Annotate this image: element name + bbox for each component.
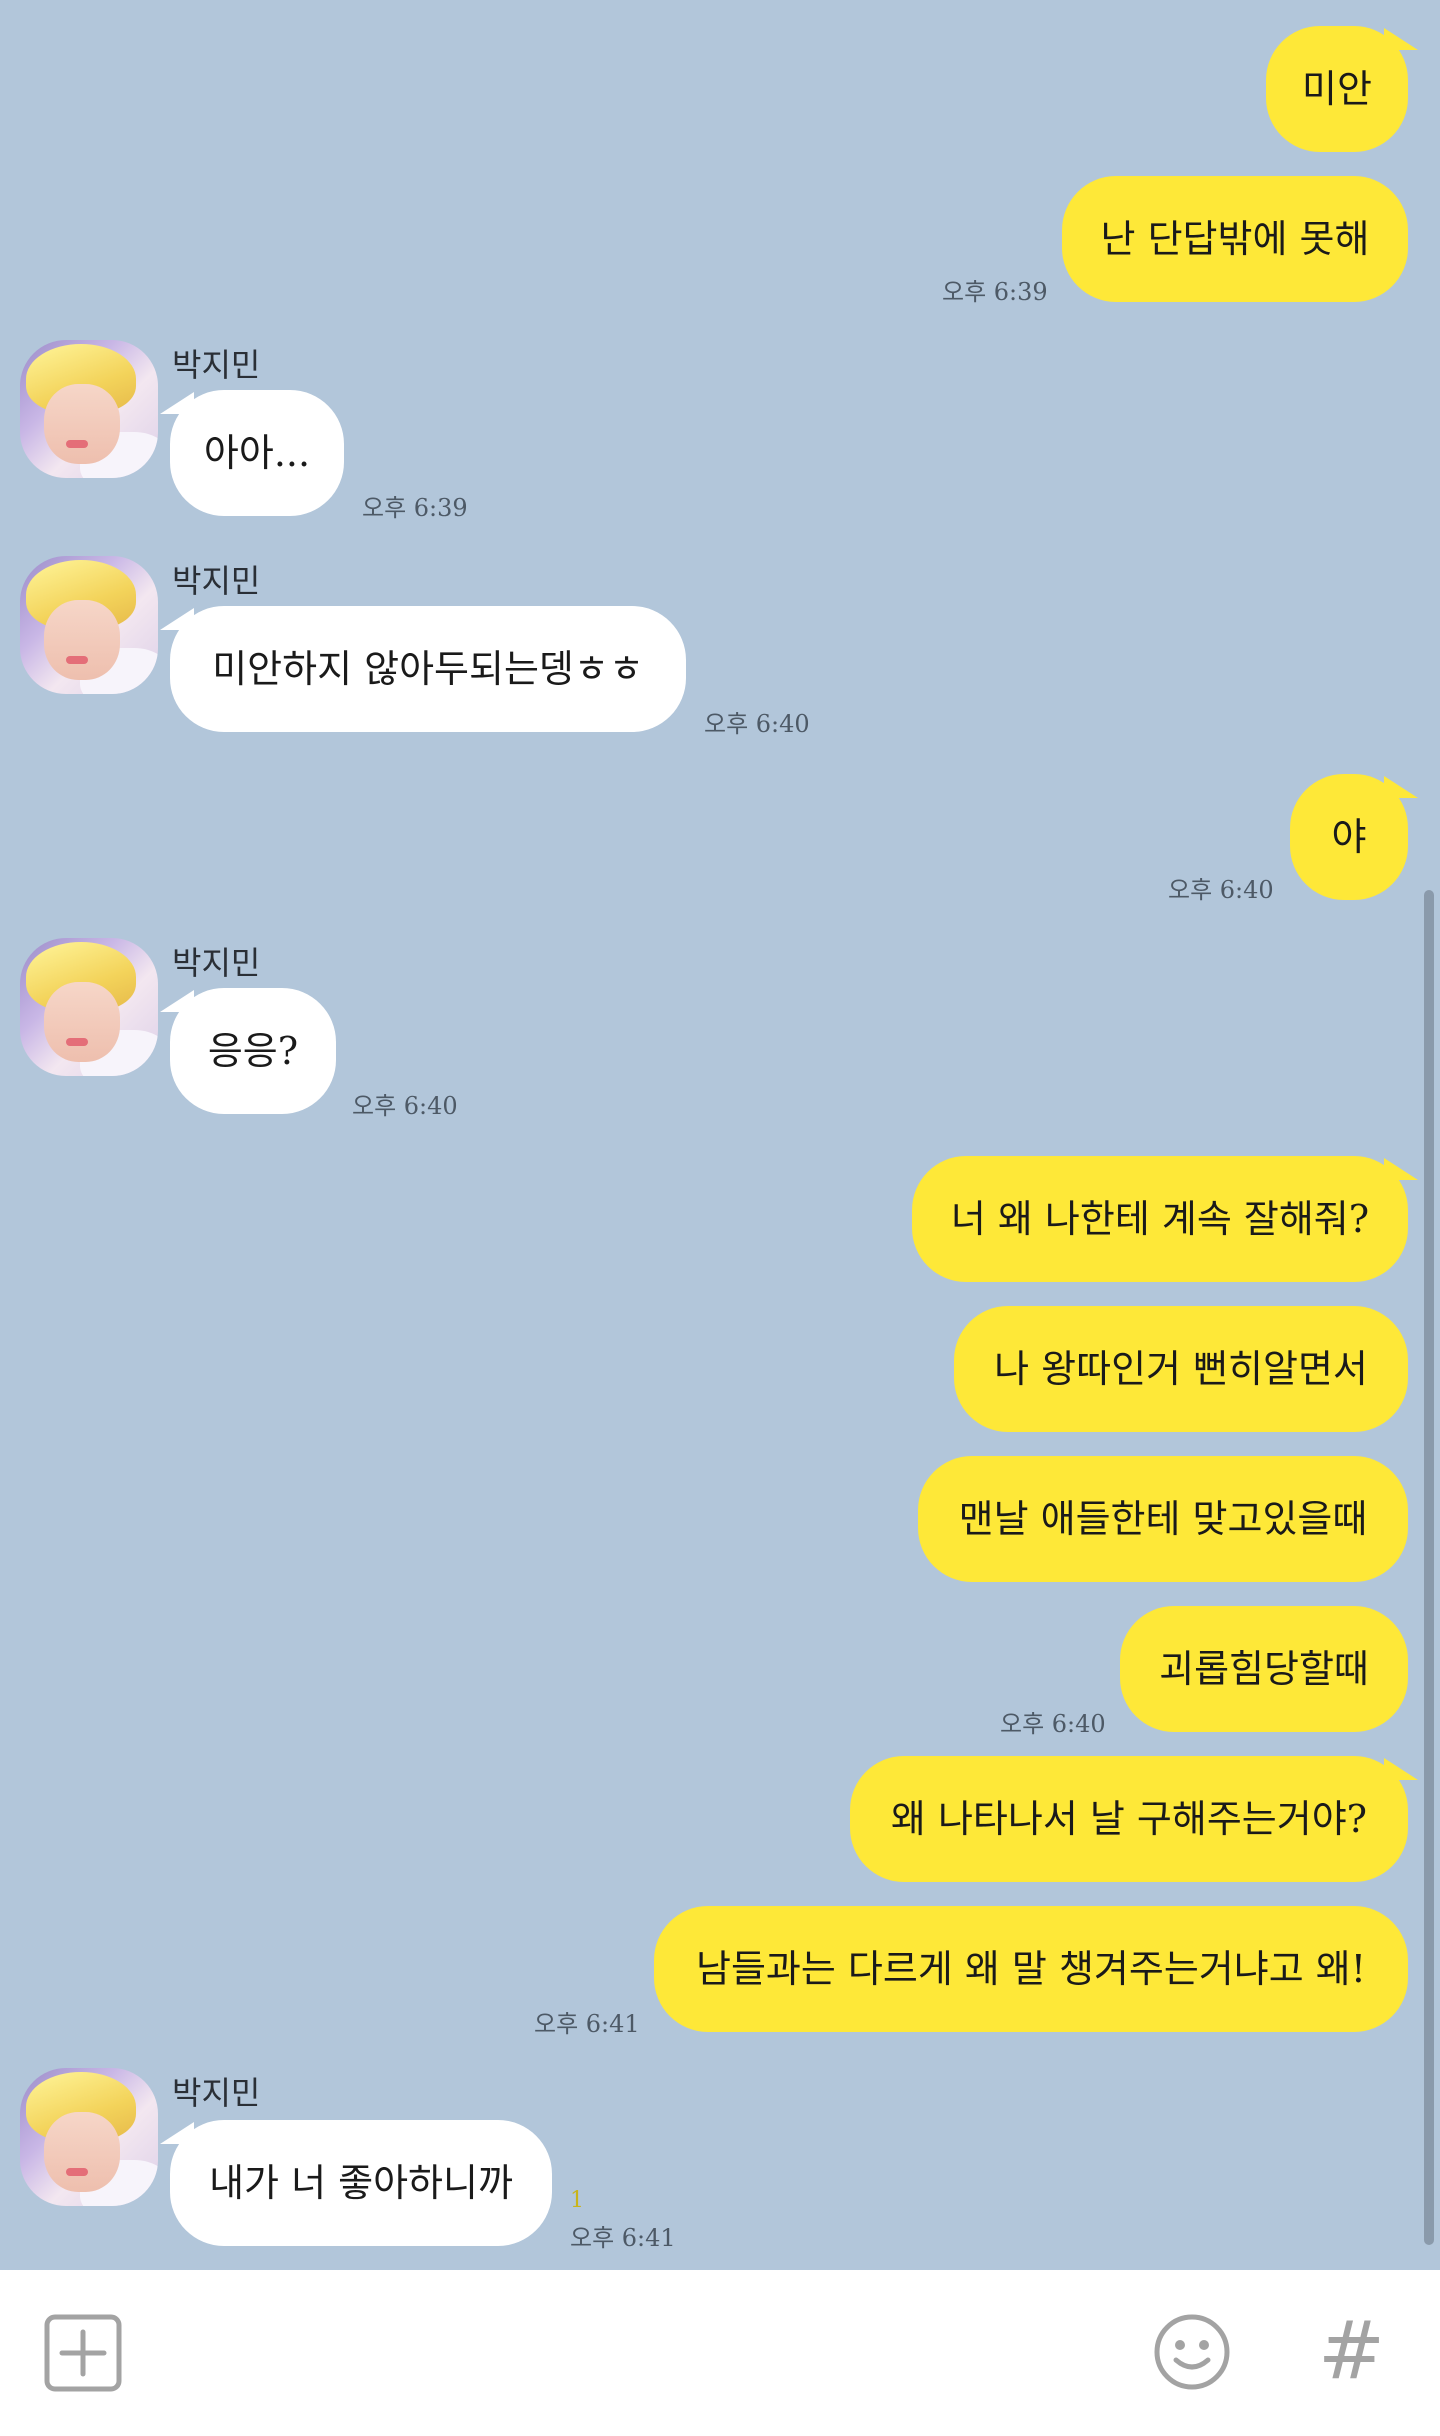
hashtag-icon[interactable]: # bbox=[1318, 2306, 1388, 2396]
message-time: 오후 6:40 bbox=[1168, 876, 1274, 904]
message-text: 아아... bbox=[203, 431, 311, 475]
message-text: 나 왕따인거 뻔히알면서 bbox=[994, 1347, 1368, 1391]
avatar[interactable] bbox=[20, 938, 158, 1076]
message-time: 오후 6:39 bbox=[942, 278, 1048, 306]
message-text: 괴롭힘당할때 bbox=[1159, 1647, 1369, 1691]
scrollbar[interactable] bbox=[1424, 890, 1434, 2245]
message-time: 오후 6:40 bbox=[1000, 1710, 1106, 1738]
my-message[interactable]: 미안 bbox=[1266, 26, 1418, 152]
message-text: 미안 bbox=[1302, 67, 1372, 111]
message-text: 야 bbox=[1331, 815, 1367, 859]
avatar[interactable] bbox=[20, 556, 158, 694]
message-time: 오후 6:41 bbox=[534, 2010, 640, 2038]
unread-count: 1 bbox=[570, 2188, 584, 2213]
chat-area[interactable]: 미안 난 단답밖에 못해 오후 6:39 박지민 아아... 오후 6:39 박… bbox=[0, 0, 1440, 2270]
sender-name: 박지민 bbox=[172, 346, 261, 384]
message-text: 난 단답밖에 못해 bbox=[1100, 217, 1370, 261]
my-message[interactable]: 난 단답밖에 못해 bbox=[1062, 176, 1408, 302]
message-time: 오후 6:40 bbox=[352, 1092, 458, 1120]
smiley-icon[interactable] bbox=[1152, 2312, 1232, 2392]
my-message[interactable]: 맨날 애들한테 맞고있을때 bbox=[918, 1456, 1408, 1582]
sender-name: 박지민 bbox=[172, 562, 261, 600]
message-text: 왜 나타나서 날 구해주는거야? bbox=[890, 1797, 1368, 1841]
avatar[interactable] bbox=[20, 340, 158, 478]
my-message[interactable]: 너 왜 나한테 계속 잘해줘? bbox=[912, 1156, 1418, 1282]
my-message[interactable]: 남들과는 다르게 왜 말 챙겨주는거냐고 왜! bbox=[654, 1906, 1408, 2032]
plus-square-icon[interactable] bbox=[44, 2314, 122, 2392]
message-time: 오후 6:41 bbox=[570, 2224, 676, 2252]
their-message[interactable]: 응응? bbox=[160, 988, 336, 1114]
avatar[interactable] bbox=[20, 2068, 158, 2206]
sender-name: 박지민 bbox=[172, 2074, 261, 2112]
message-text: 너 왜 나한테 계속 잘해줘? bbox=[950, 1197, 1370, 1241]
message-text: 맨날 애들한테 맞고있을때 bbox=[958, 1497, 1368, 1541]
their-message[interactable]: 내가 너 좋아하니까 bbox=[160, 2120, 552, 2246]
their-message[interactable]: 아아... bbox=[160, 390, 344, 516]
message-text: 남들과는 다르게 왜 말 챙겨주는거냐고 왜! bbox=[696, 1947, 1366, 1991]
message-text: 내가 너 좋아하니까 bbox=[209, 2161, 513, 2205]
my-message[interactable]: 괴롭힘당할때 bbox=[1120, 1606, 1408, 1732]
message-time: 오후 6:40 bbox=[704, 710, 810, 738]
message-text: 응응? bbox=[207, 1029, 299, 1073]
message-time: 오후 6:39 bbox=[362, 494, 468, 522]
my-message[interactable]: 나 왕따인거 뻔히알면서 bbox=[954, 1306, 1408, 1432]
message-text: 미안하지 않아두되는뎅ㅎㅎ bbox=[212, 647, 644, 691]
input-bar: # bbox=[0, 2270, 1440, 2436]
sender-name: 박지민 bbox=[172, 944, 261, 982]
my-message[interactable]: 야 bbox=[1290, 774, 1418, 900]
my-message[interactable]: 왜 나타나서 날 구해주는거야? bbox=[850, 1756, 1418, 1882]
their-message[interactable]: 미안하지 않아두되는뎅ㅎㅎ bbox=[160, 606, 686, 732]
